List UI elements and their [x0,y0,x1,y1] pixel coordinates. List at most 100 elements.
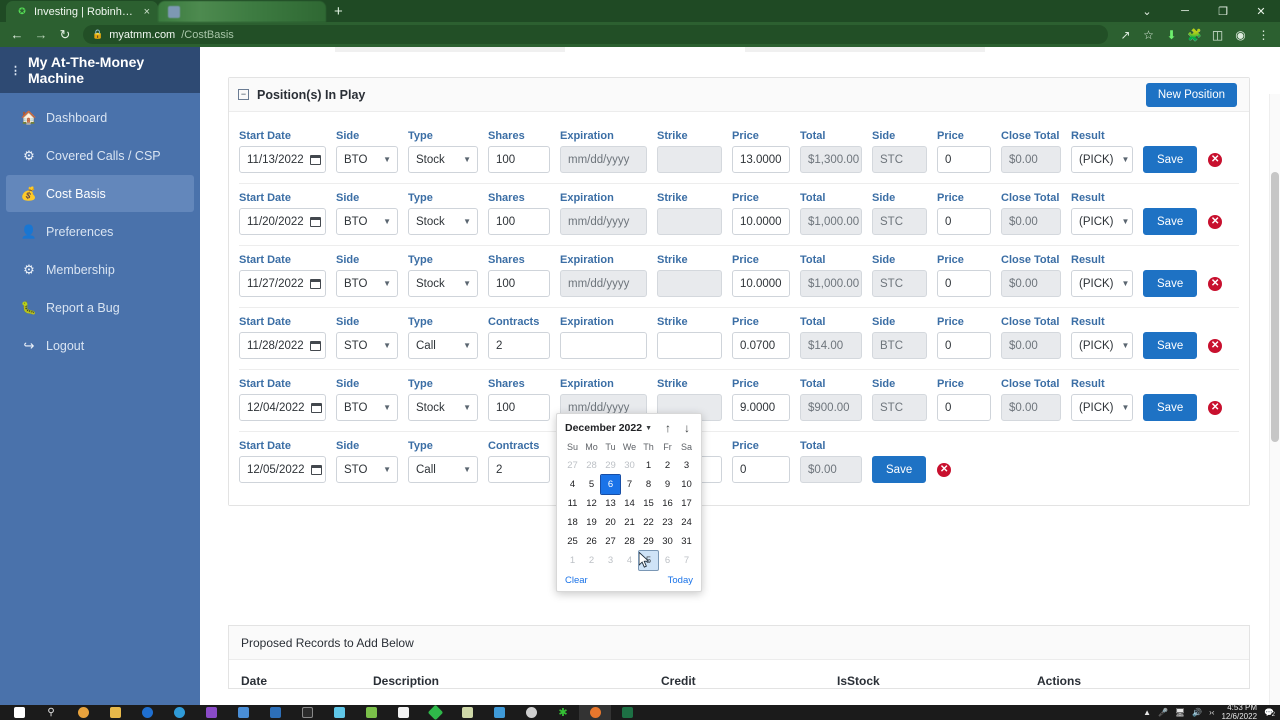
new-position-button[interactable]: New Position [1145,82,1237,107]
price-input[interactable]: 9.0000 [732,394,790,421]
type-select[interactable]: Stock ▼ [408,394,478,421]
date-cell[interactable]: 6 [658,551,677,570]
date-cell[interactable]: 1 [639,456,658,475]
terminal-icon[interactable] [291,705,323,720]
date-cell[interactable]: 30 [658,532,677,551]
date-cell[interactable]: 24 [677,513,696,532]
delete-circle-icon[interactable]: ✕ [1208,153,1223,167]
diamond-app-icon[interactable] [419,704,451,720]
tab-search-chevron-icon[interactable]: ⌄ [1128,0,1166,22]
date-cell[interactable]: 11 [563,494,582,513]
start-date-input[interactable]: 11/20/2022 [239,208,326,235]
date-cell[interactable]: 7 [677,551,696,570]
side-select[interactable]: BTO ▼ [336,208,398,235]
date-cell[interactable]: 5 [582,475,601,494]
close-price-input[interactable]: 0 [937,208,991,235]
windows-start-icon[interactable] [3,705,35,720]
start-date-input[interactable]: 12/05/2022 [239,456,326,483]
chevron-up-icon[interactable]: ▲ [1143,708,1151,717]
date-cell[interactable]: 21 [620,513,639,532]
visual-studio-icon[interactable] [195,705,227,720]
notepad-icon[interactable] [355,705,387,720]
bluetooth-icon[interactable]: ›‹ [1209,708,1214,717]
save-button[interactable]: Save [1143,208,1198,235]
page-scrollbar[interactable] [1269,94,1280,705]
close-icon[interactable]: × [144,6,150,18]
date-cell[interactable]: 28 [582,456,601,475]
minus-square-icon[interactable]: − [238,89,249,100]
save-button[interactable]: Save [872,456,927,483]
date-cell[interactable]: 31 [677,532,696,551]
minimize-button[interactable]: ─ [1166,0,1204,22]
calendar-icon[interactable] [310,464,322,475]
today-button[interactable]: Today [668,575,693,586]
result-select[interactable]: (PICK) ▼ [1071,208,1133,235]
date-cell[interactable]: 16 [658,494,677,513]
grip-vertical-icon[interactable]: ⋮ [10,64,21,77]
date-cell[interactable]: 3 [677,456,696,475]
date-picker-month-selector[interactable]: December 2022 ▼ [565,422,652,434]
type-select[interactable]: Stock ▼ [408,208,478,235]
microphone-icon[interactable]: 🎤 [1158,708,1168,717]
date-cell[interactable]: 17 [677,494,696,513]
close-price-input[interactable]: 0 [937,332,991,359]
side-panel-icon[interactable]: ◫ [1207,24,1228,45]
date-cell[interactable]: 20 [601,513,620,532]
start-date-input[interactable]: 11/28/2022 [239,332,326,359]
profile-avatar-icon[interactable]: ◉ [1230,24,1251,45]
date-cell[interactable]: 14 [620,494,639,513]
date-cell[interactable]: 28 [620,532,639,551]
close-window-button[interactable]: ✕ [1242,0,1280,22]
date-cell[interactable]: 4 [620,551,639,570]
date-cell-hovered[interactable]: 5 [638,550,659,571]
delete-circle-icon[interactable]: ✕ [1208,277,1223,291]
price-input[interactable]: 13.0000 [732,146,790,173]
sidebar-item-report-bug[interactable]: 🐛 Report a Bug [6,289,194,326]
start-date-input[interactable]: 11/27/2022 [239,270,326,297]
extensions-puzzle-icon[interactable]: 🧩 [1184,24,1205,45]
date-cell[interactable]: 26 [582,532,601,551]
sidebar-item-dashboard[interactable]: 🏠 Dashboard [6,99,194,136]
share-icon[interactable]: ↗ [1115,24,1136,45]
price-input[interactable]: 0.0700 [732,332,790,359]
date-picker-popup[interactable]: December 2022 ▼ ↑ ↓ Su Mo Tu We Th Fr Sa… [556,413,702,592]
close-price-input[interactable]: 0 [937,270,991,297]
date-cell[interactable]: 27 [563,456,582,475]
notifications-icon[interactable]: 💬 2 [1264,708,1276,718]
date-cell[interactable]: 2 [582,551,601,570]
result-select[interactable]: (PICK) ▼ [1071,270,1133,297]
date-cell[interactable]: 9 [658,475,677,494]
date-cell[interactable]: 4 [563,475,582,494]
quantity-input[interactable]: 100 [488,394,550,421]
strike-input[interactable] [657,332,722,359]
sidebar-item-membership[interactable]: ⚙ Membership [6,251,194,288]
close-price-input[interactable]: 0 [937,394,991,421]
browser-tab-robinhood[interactable]: ✪ Investing | Robinhood × [6,1,158,22]
date-cell[interactable]: 7 [620,475,639,494]
side-select[interactable]: STO ▼ [336,332,398,359]
result-select[interactable]: (PICK) ▼ [1071,146,1133,173]
type-select[interactable]: Call ▼ [408,332,478,359]
clock[interactable]: 4:53 PM 12/6/2022 [1221,704,1257,720]
new-tab-button[interactable]: + [334,3,343,20]
delete-circle-icon[interactable]: ✕ [1208,339,1223,353]
date-cell[interactable]: 29 [601,456,620,475]
date-cell[interactable]: 1 [563,551,582,570]
quantity-input[interactable]: 2 [488,456,550,483]
calendar-icon[interactable] [309,340,321,351]
date-cell[interactable]: 8 [639,475,658,494]
folder-stack-icon[interactable] [451,705,483,720]
address-bar[interactable]: 🔒 myatmm.com/CostBasis [83,25,1108,44]
media-app-icon[interactable] [515,705,547,720]
quantity-input[interactable]: 2 [488,332,550,359]
result-select[interactable]: (PICK) ▼ [1071,332,1133,359]
side-select[interactable]: BTO ▼ [336,146,398,173]
date-cell[interactable]: 12 [582,494,601,513]
side-select[interactable]: BTO ▼ [336,270,398,297]
sidebar-item-preferences[interactable]: 👤 Preferences [6,213,194,250]
forward-button[interactable]: → [30,24,52,46]
maximize-button[interactable]: ❐ [1204,0,1242,22]
save-button[interactable]: Save [1143,332,1198,359]
download-icon[interactable]: ⬇ [1161,24,1182,45]
date-cell[interactable]: 13 [601,494,620,513]
